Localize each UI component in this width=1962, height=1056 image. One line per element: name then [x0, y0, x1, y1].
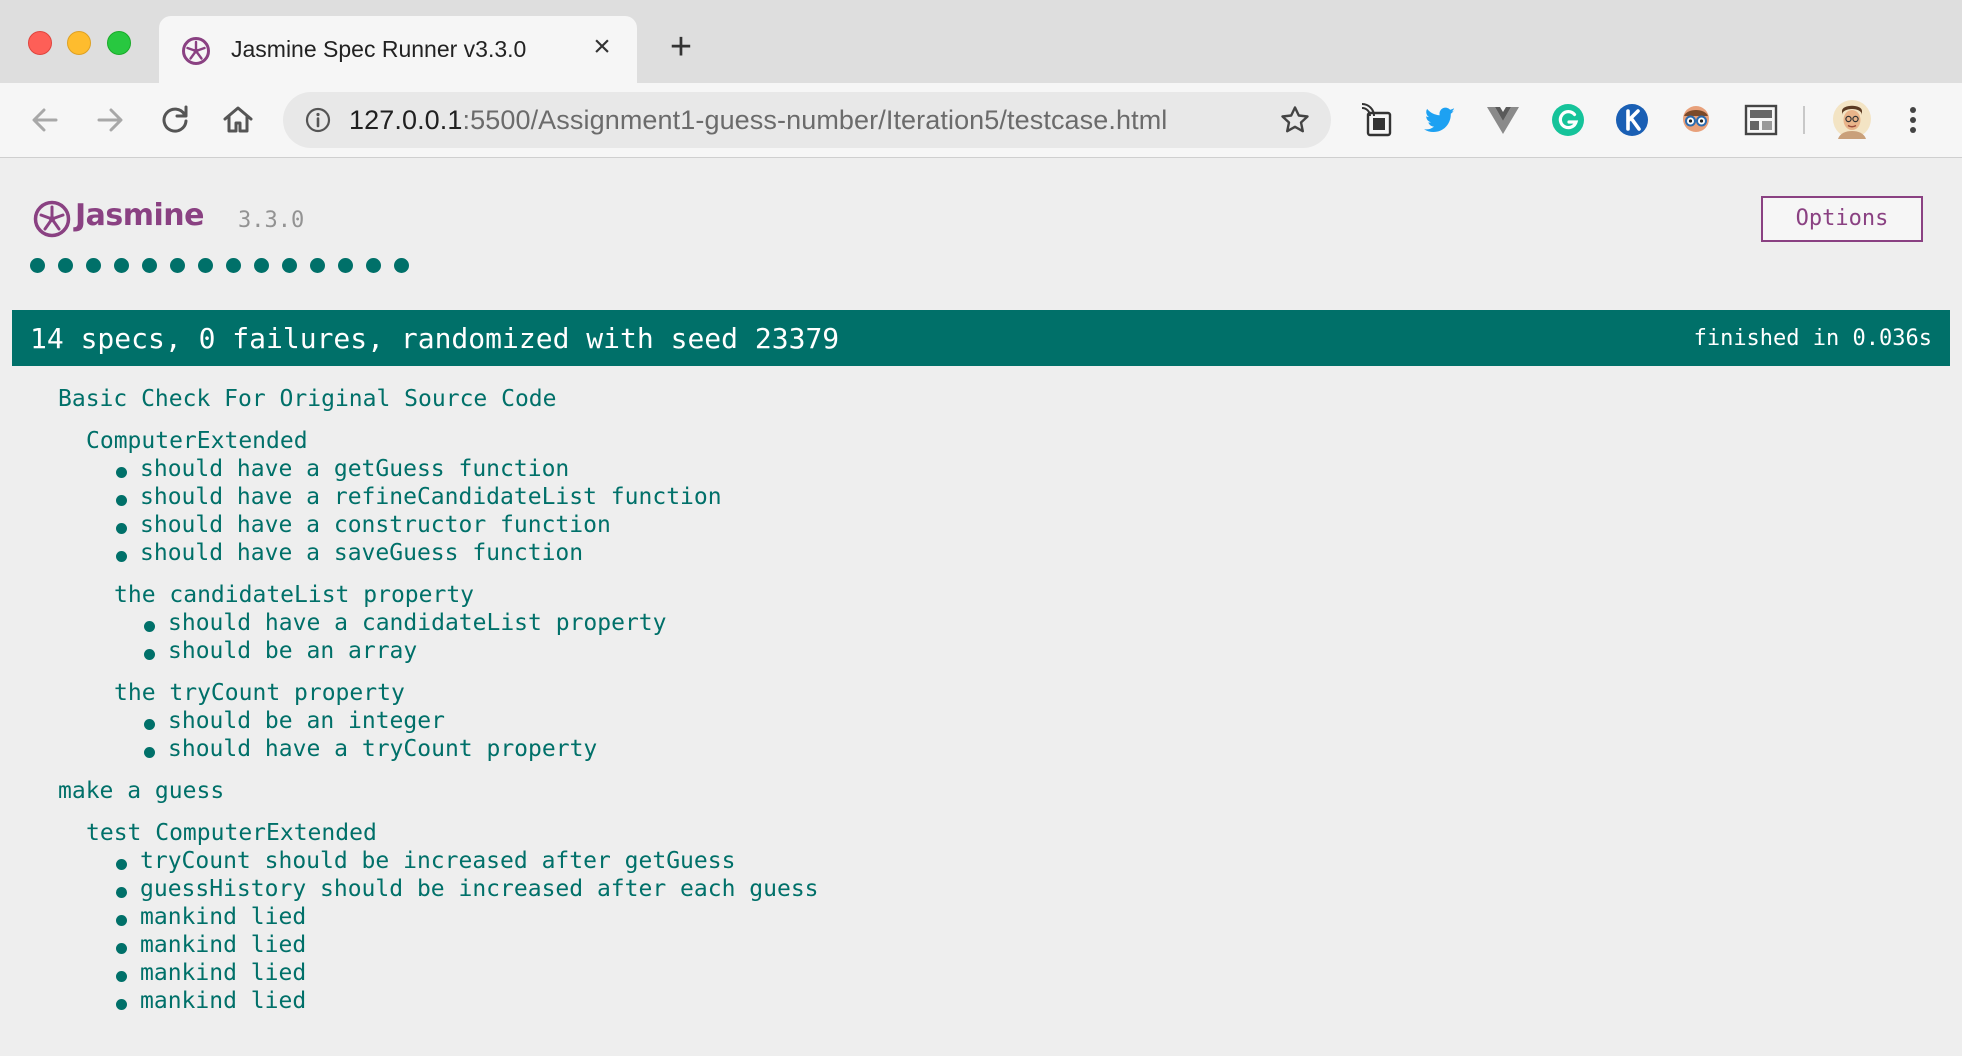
spec-item[interactable]: should have a refineCandidateList functi… — [116, 484, 722, 510]
url-text[interactable]: 127.0.0.1:5500/Assignment1-guess-number/… — [349, 105, 1167, 136]
home-icon[interactable] — [219, 101, 257, 139]
tab-title: Jasmine Spec Runner v3.3.0 — [231, 36, 527, 62]
cast-icon[interactable] — [1359, 102, 1395, 138]
twitter-icon[interactable] — [1422, 102, 1458, 138]
suite-title[interactable]: Basic Check For Original Source Code — [58, 386, 557, 412]
suite-title[interactable]: the candidateList property — [114, 582, 474, 608]
passed-spec-dot[interactable] — [58, 258, 73, 273]
passed-spec-dot[interactable] — [338, 258, 353, 273]
passed-spec-dot[interactable] — [366, 258, 381, 273]
jasmine-logo-text: Jasmine — [75, 198, 205, 233]
summary-bar: 14 specs, 0 failures, randomized with se… — [12, 310, 1950, 366]
spec-item[interactable]: should have a constructor function — [116, 512, 611, 538]
suite-title[interactable]: the tryCount property — [114, 680, 405, 706]
spec-item[interactable]: should be an integer — [144, 708, 445, 734]
passed-spec-dot[interactable] — [282, 258, 297, 273]
spec-item[interactable]: mankind lied — [115, 960, 306, 986]
vue-devtools-icon[interactable] — [1485, 102, 1521, 138]
spec-item[interactable]: mankind lied — [115, 988, 306, 1014]
spec-item[interactable]: guessHistory should be increased after e… — [116, 876, 819, 902]
jasmine-favicon-icon — [182, 37, 210, 65]
profile-avatar[interactable] — [1832, 99, 1872, 139]
suite-title[interactable]: test ComputerExtended — [86, 820, 377, 846]
passed-spec-dot[interactable] — [226, 258, 241, 273]
address-bar[interactable]: 127.0.0.1:5500/Assignment1-guess-number/… — [283, 92, 1331, 148]
passed-spec-dot[interactable] — [394, 258, 409, 273]
passed-spec-dot[interactable] — [86, 258, 101, 273]
browser-toolbar: 127.0.0.1:5500/Assignment1-guess-number/… — [0, 83, 1962, 158]
site-info-icon[interactable] — [305, 107, 331, 133]
browser-menu-icon[interactable] — [1898, 103, 1928, 137]
passed-spec-dot[interactable] — [142, 258, 157, 273]
minimize-window-button[interactable] — [67, 31, 91, 55]
passed-spec-dot[interactable] — [198, 258, 213, 273]
spec-item[interactable]: should have a getGuess function — [115, 456, 569, 482]
new-tab-button[interactable]: + — [664, 28, 698, 66]
spec-item[interactable]: should have a tryCount property — [143, 736, 597, 762]
layout-extension-icon[interactable] — [1743, 102, 1779, 138]
spec-dots — [30, 258, 409, 273]
toolbar-separator — [1803, 106, 1805, 134]
passed-spec-dot[interactable] — [170, 258, 185, 273]
bookmark-star-icon[interactable] — [1279, 104, 1311, 136]
url-host: 127.0.0.1 — [349, 105, 463, 135]
grammarly-icon[interactable] — [1550, 102, 1586, 138]
forward-arrow-icon[interactable] — [91, 101, 129, 139]
spec-item[interactable]: mankind lied — [115, 932, 306, 958]
back-arrow-icon[interactable] — [26, 101, 64, 139]
suite-title[interactable]: ComputerExtended — [86, 428, 308, 454]
summary-text: 14 specs, 0 failures, randomized with se… — [30, 322, 840, 355]
browser-titlebar: Jasmine Spec Runner v3.3.0 × + — [0, 0, 1962, 83]
tab-close-icon[interactable]: × — [587, 32, 617, 62]
spec-item[interactable]: should be an array — [143, 638, 417, 664]
k-extension-icon[interactable] — [1614, 102, 1650, 138]
jasmine-page: Jasmine 3.3.0 Options 14 specs, 0 failur… — [0, 158, 1962, 1056]
spec-item[interactable]: tryCount should be increased after getGu… — [115, 848, 735, 874]
passed-spec-dot[interactable] — [30, 258, 45, 273]
glasses-extension-icon[interactable] — [1678, 102, 1714, 138]
duration-text: finished in 0.036s — [1693, 326, 1932, 351]
jasmine-version: 3.3.0 — [238, 208, 305, 233]
url-path: :5500/Assignment1-guess-number/Iteration… — [462, 105, 1168, 135]
maximize-window-button[interactable] — [107, 31, 131, 55]
reload-icon[interactable] — [156, 101, 194, 139]
spec-item[interactable]: should have a candidateList property — [144, 610, 667, 636]
close-window-button[interactable] — [28, 31, 52, 55]
suite-title[interactable]: make a guess — [58, 778, 224, 804]
passed-spec-dot[interactable] — [254, 258, 269, 273]
options-button[interactable]: Options — [1761, 196, 1923, 242]
jasmine-logo-icon — [33, 200, 71, 238]
spec-item[interactable]: should have a saveGuess function — [115, 540, 583, 566]
spec-item[interactable]: mankind lied — [115, 904, 306, 930]
passed-spec-dot[interactable] — [310, 258, 325, 273]
passed-spec-dot[interactable] — [114, 258, 129, 273]
browser-tab[interactable]: Jasmine Spec Runner v3.3.0 × — [159, 16, 637, 83]
